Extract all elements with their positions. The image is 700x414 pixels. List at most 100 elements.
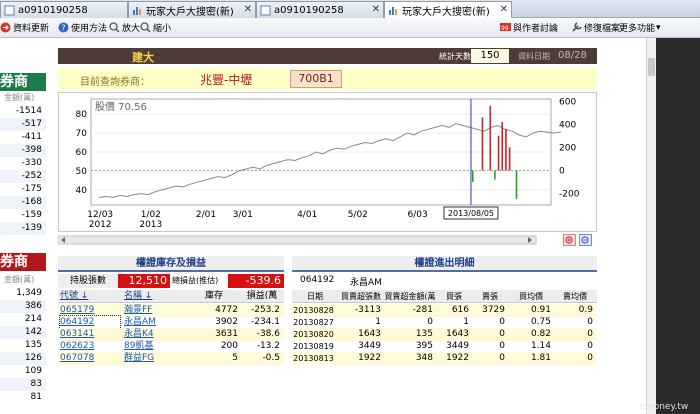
scrollbar-thumb[interactable] [648,58,655,76]
left-axis-tick: 60 [76,148,88,158]
inventory-title: 權證庫存及損益 [58,256,284,272]
tab-1[interactable]: a0910190258 [0,1,128,18]
broker-amount[interactable]: -168 [0,196,46,209]
broker-amount[interactable]: -139 [0,222,46,235]
help-icon: ? [58,22,69,33]
broker-amount[interactable]: 386 [0,300,46,313]
stock-header: 建大 統計天數 150 資料日期 08/28 [58,48,597,64]
stat-days-input[interactable]: 150 [471,49,509,63]
column-header: 買均價 [519,292,543,301]
volume-bar [489,105,492,171]
table-cell: -0.5 [262,353,280,363]
close-icon[interactable]: ✕ [500,4,508,15]
broker-name: 兆豐-中壢 [200,73,253,87]
broker-amount[interactable]: 126 [0,352,46,365]
volume-bar [481,117,484,171]
zoom-out-icon [140,22,151,33]
broker-code[interactable]: 700B1 [290,70,342,88]
chart-scrollbar[interactable] [57,234,597,246]
column-header: 賣均價 [563,292,587,301]
holdings-value: 12,510 [118,274,170,288]
repair-button[interactable]: 修復檔案 [571,21,620,34]
query-label: 目前查詢券商： [80,77,150,88]
broker-amount[interactable]: -159 [0,209,46,222]
tab-label: a0910190258 [274,4,344,16]
volume-bar [494,170,496,180]
broker-amount[interactable]: -398 [0,144,46,157]
inventory-header: 代號 ↓ 名稱 ↓ 庫存 損益(萬 [58,290,284,303]
x-axis-year: 2012 [89,220,112,230]
discussion-button[interactable]: 99 與作者討論 [500,21,558,34]
broker-amount[interactable]: -252 [0,170,46,183]
inventory-summary: 持股張數 12,510 總損益(推估) -539.6 [58,274,284,288]
broker-amount[interactable]: -330 [0,157,46,170]
table-cell: 1.81 [530,353,551,363]
sort-code-header[interactable]: 代號 ↓ [60,290,110,303]
wrench-icon [571,22,582,33]
table-row[interactable]: 067078 群益FG 5 -0.5 [58,352,284,365]
tab-label: 玩家大戶大搜密(新) [146,6,234,18]
close-icon[interactable]: ✕ [244,4,252,15]
column-subheader: 金額(萬) [4,93,35,102]
chart-canvas: 40506070806004002000-200股價 70.5612/03201… [76,97,580,230]
broker-amount[interactable]: 109 [0,365,46,378]
broker-amount[interactable]: 1,349 [0,287,46,300]
right-axis-tick: 400 [559,120,576,130]
x-axis-tick: 6/03 [407,210,427,220]
refresh-button[interactable]: 資料更新 [0,21,49,34]
broker-amount[interactable]: -411 [0,131,46,144]
broker-amount[interactable]: 214 [0,313,46,326]
chevron-down-icon: ▾ [656,22,661,33]
zoom-out-icon[interactable] [579,234,592,246]
tab-2[interactable]: 玩家大戶大搜密(新) ✕ [128,1,256,18]
warrant-name-link[interactable]: 群益FG [124,352,184,365]
broker-amount[interactable]: -1514 [0,105,46,118]
tab-3[interactable]: a0910190258 ✕ [256,1,384,18]
page-scrollbar[interactable] [646,38,656,414]
x-axis-tick: 2/01 [196,210,216,220]
stat-days-label: 統計天數 [439,52,471,61]
more-button[interactable]: 更多功能 ▾ [619,21,661,35]
trades-title: 權證進出明細 [292,256,597,272]
broker-amount[interactable]: 142 [0,326,46,339]
data-date-value: 08/28 [558,50,587,61]
left-axis-tick: 50 [76,167,88,177]
broker-amount[interactable]: 83 [0,378,46,391]
volume-bar [472,170,474,182]
svg-text:?: ? [61,24,65,33]
refresh-icon [0,22,11,33]
table-cell: 20130813 [293,354,334,363]
zoom-out-button[interactable]: 縮小 [140,21,171,34]
trades-header: 日期 買賣超張數 買賣超金額(萬 買張 賣張 買均價 賣均價 [292,290,597,303]
broker-amount[interactable]: 81 [0,391,46,404]
chart-icon [132,5,143,16]
broker-amount[interactable]: -175 [0,183,46,196]
page-icon [4,5,15,16]
x-axis-tick: 5/02 [348,210,368,220]
x-axis-tick: 4/01 [297,210,317,220]
close-icon[interactable]: ✕ [372,4,380,15]
trades-warrant-info: 064192 永昌AM [292,274,597,288]
broker-amount[interactable]: 135 [0,339,46,352]
total-pl-value: -539.6 [228,274,284,288]
right-dark-margin [656,38,700,414]
broker-amount[interactable]: -517 [0,118,46,131]
help-button[interactable]: ? 使用方法 [58,21,107,34]
sort-name-header[interactable]: 名稱 ↓ [124,290,172,303]
zoom-in-icon[interactable] [563,234,576,246]
watermark: cmoney.tw [640,402,689,412]
volume-bar [497,135,500,171]
total-pl-label: 總損益(推估) [172,276,219,285]
tab-4[interactable]: 玩家大戶大搜密(新) ✕ [384,1,512,18]
left-axis-tick: 40 [76,186,88,196]
price-label: 股價 70.56 [95,100,147,113]
svg-text:99: 99 [501,25,509,32]
zoom-in-button[interactable]: 放大 [109,21,140,34]
x-axis-year: 2013 [139,220,162,230]
warrant-code-link[interactable]: 067078 [60,352,120,365]
table-cell: 5 [232,353,238,363]
column-header: 庫存 [204,291,223,301]
x-axis-tick: 12/03 [87,210,113,220]
section-title: 券商 [0,73,46,91]
tab-bar: a0910190258 玩家大戶大搜密(新) ✕ a0910190258 ✕ 玩… [0,0,700,18]
